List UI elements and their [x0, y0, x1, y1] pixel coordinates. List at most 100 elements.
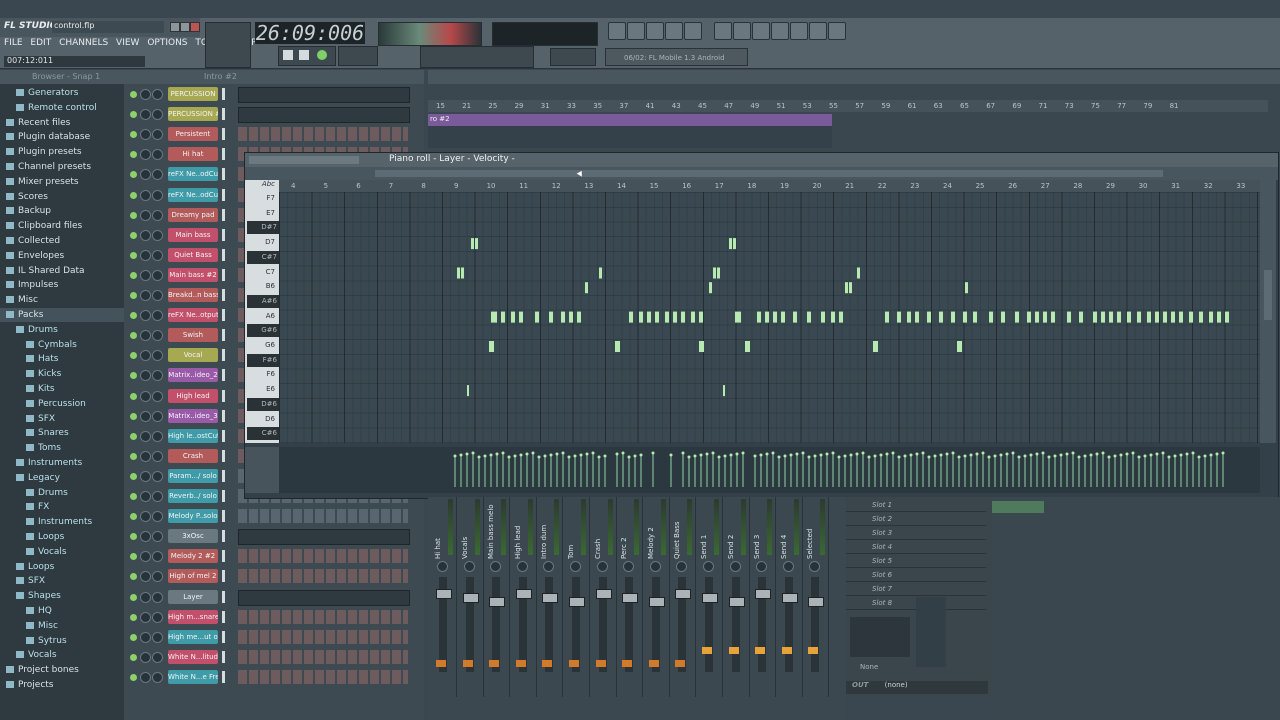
browser-item[interactable]: Toms [0, 441, 124, 455]
tools-icon[interactable] [771, 22, 789, 40]
volume-fader[interactable] [625, 577, 633, 672]
browser-item[interactable]: Hats [0, 352, 124, 366]
tempo-display[interactable] [338, 46, 378, 66]
channel-mini-piano-roll[interactable] [238, 590, 410, 606]
velocity-handle[interactable] [526, 453, 529, 456]
channel-pan-knob[interactable] [140, 290, 151, 301]
mixer-icon[interactable] [665, 22, 683, 40]
note[interactable] [951, 312, 955, 323]
pan-knob[interactable] [597, 561, 608, 572]
velocity-handle[interactable] [976, 453, 979, 456]
channel-mute-led[interactable] [130, 533, 137, 540]
velocity-handle[interactable] [964, 455, 967, 458]
note[interactable] [857, 268, 860, 279]
velocity-handle[interactable] [934, 455, 937, 458]
velocity-handle[interactable] [778, 456, 781, 459]
channel-select-indicator[interactable] [222, 229, 225, 241]
channel-volume-knob[interactable] [152, 511, 163, 522]
channel-button[interactable]: Breakd..n bass [168, 288, 218, 302]
channel-rack-icon[interactable] [646, 22, 664, 40]
note[interactable] [647, 312, 651, 323]
note[interactable] [681, 312, 685, 323]
fader-cap[interactable] [569, 597, 585, 607]
send-icon[interactable] [755, 647, 765, 654]
note[interactable] [717, 268, 720, 279]
note[interactable] [673, 312, 677, 323]
velocity-handle[interactable] [856, 453, 859, 456]
channel-select-indicator[interactable] [222, 189, 225, 201]
browser-item[interactable]: Vocals [0, 648, 124, 662]
note[interactable] [773, 312, 777, 323]
velocity-handle[interactable] [994, 455, 997, 458]
playlist-icon[interactable] [608, 22, 626, 40]
channel-button[interactable]: Reverb../ solo [168, 489, 218, 503]
send-icon[interactable] [702, 647, 712, 654]
mixer-strip[interactable]: Perc 2 [616, 497, 643, 697]
channel-pan-knob[interactable] [140, 391, 151, 402]
note[interactable] [821, 312, 825, 323]
velocity-handle[interactable] [1144, 455, 1147, 458]
browser-icon[interactable] [684, 22, 702, 40]
fx-slot[interactable]: Slot 2 [846, 513, 986, 526]
fader-cap[interactable] [755, 589, 771, 599]
note[interactable] [735, 312, 741, 323]
browser-item[interactable]: Cymbals [0, 338, 124, 352]
volume-fader[interactable] [732, 577, 740, 672]
fx-route-icon[interactable] [489, 660, 499, 667]
note[interactable] [535, 312, 539, 323]
note[interactable] [1035, 312, 1039, 323]
channel-pan-knob[interactable] [140, 109, 151, 120]
note[interactable] [1067, 312, 1071, 323]
velocity-handle[interactable] [1030, 454, 1033, 457]
velocity-handle[interactable] [1162, 452, 1165, 455]
channel-button[interactable]: PERCUSSION [168, 87, 218, 101]
mixer-strip[interactable]: Send 3 [749, 497, 776, 697]
fader-cap[interactable] [463, 593, 479, 603]
note[interactable] [885, 312, 889, 323]
pan-knob[interactable] [570, 561, 581, 572]
channel-button[interactable]: reFX Ne..odCut [168, 167, 218, 181]
channel-button[interactable]: High m...snare [168, 610, 218, 624]
browser-item[interactable]: Impulses [0, 278, 124, 292]
pan-knob[interactable] [543, 561, 554, 572]
velocity-handle[interactable] [568, 456, 571, 459]
note[interactable] [915, 312, 919, 323]
channel-select-indicator[interactable] [222, 128, 225, 140]
output-selector[interactable]: OUT (none) [846, 681, 988, 694]
note[interactable] [1217, 312, 1221, 323]
channel-volume-knob[interactable] [152, 632, 163, 643]
velocity-handle[interactable] [1156, 453, 1159, 456]
horizontal-scroll-thumb[interactable] [375, 170, 1163, 177]
channel-select-indicator[interactable] [222, 530, 225, 542]
piano-key[interactable]: E6 [247, 383, 277, 396]
velocity-handle[interactable] [730, 454, 733, 457]
velocity-handle[interactable] [1066, 453, 1069, 456]
velocity-handle[interactable] [562, 452, 565, 455]
note[interactable] [1101, 312, 1105, 323]
fx-route-icon[interactable] [596, 660, 606, 667]
velocity-handle[interactable] [1216, 453, 1219, 456]
pan-knob[interactable] [756, 561, 767, 572]
channel-button[interactable]: Vocal [168, 348, 218, 362]
note[interactable] [1155, 312, 1159, 323]
channel-pan-knob[interactable] [140, 431, 151, 442]
browser-item[interactable]: Generators [0, 86, 124, 100]
note[interactable] [765, 312, 769, 323]
note[interactable] [489, 341, 494, 352]
pan-knob[interactable] [437, 561, 448, 572]
pan-knob[interactable] [490, 561, 501, 572]
velocity-handle[interactable] [1018, 456, 1021, 459]
note[interactable] [1189, 312, 1193, 323]
channel-select-indicator[interactable] [222, 450, 225, 462]
browser-item[interactable]: Vocals [0, 545, 124, 559]
velocity-handle[interactable] [1090, 454, 1093, 457]
fader-cap[interactable] [649, 597, 665, 607]
channel-volume-knob[interactable] [152, 169, 163, 180]
note[interactable] [1001, 312, 1005, 323]
velocity-handle[interactable] [958, 456, 961, 459]
channel-volume-knob[interactable] [152, 471, 163, 482]
browser-item[interactable]: Sytrus [0, 634, 124, 648]
search-icon[interactable] [790, 22, 808, 40]
note[interactable] [577, 312, 581, 323]
channel-volume-knob[interactable] [152, 230, 163, 241]
